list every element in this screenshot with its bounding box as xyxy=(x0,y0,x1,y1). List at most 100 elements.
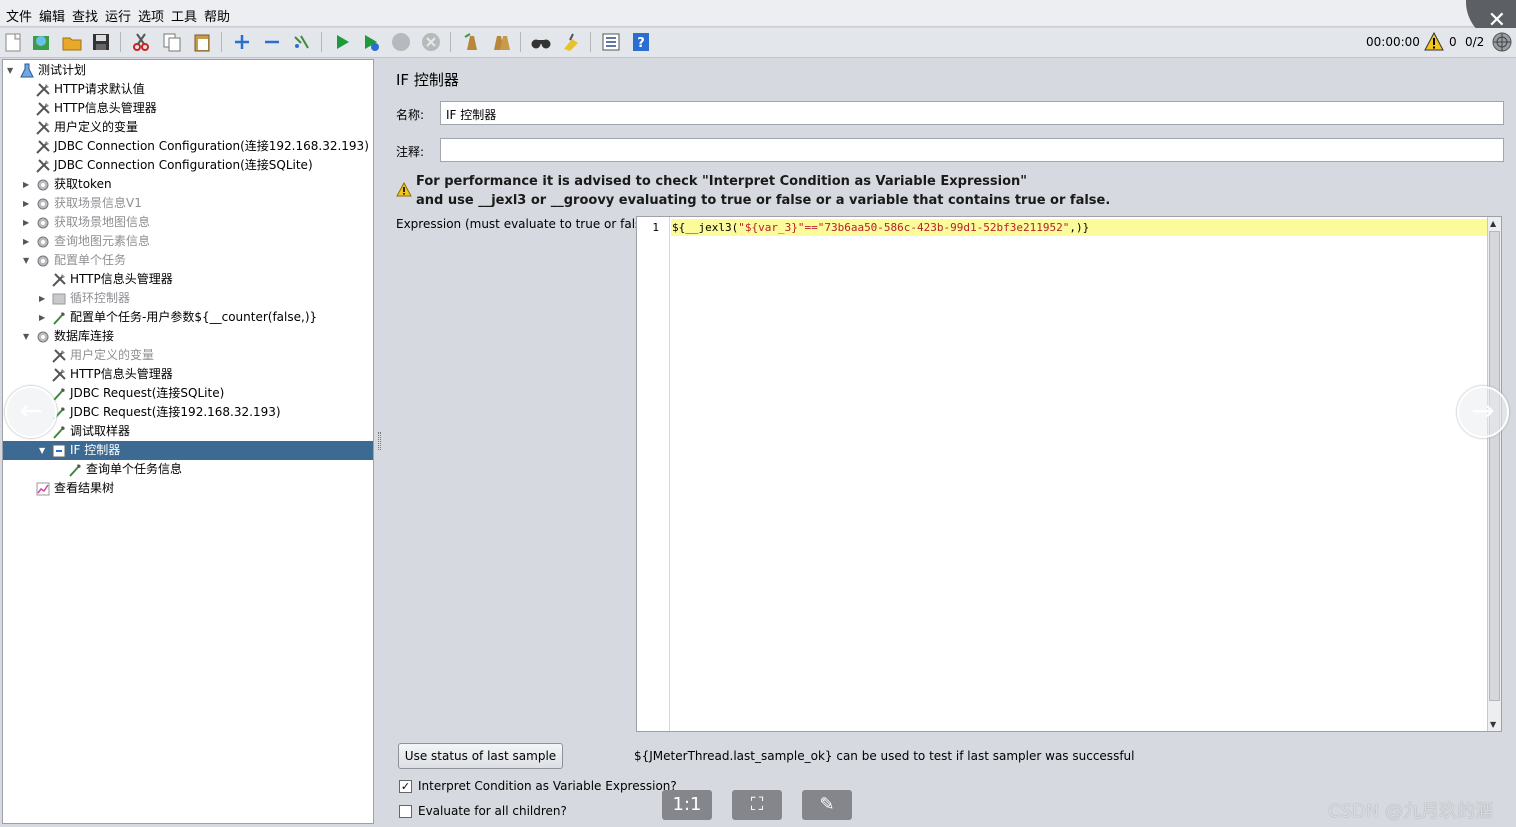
open-icon[interactable] xyxy=(61,31,83,53)
shutdown-icon[interactable] xyxy=(420,31,442,53)
toolbar: ? 00:00:00 0 0/2 xyxy=(0,28,1516,58)
tree-node-label: 配置单个任务 xyxy=(54,253,127,267)
expanded-arrow-icon[interactable]: ▼ xyxy=(39,441,49,460)
thread-group-icon xyxy=(35,253,51,269)
tree-node[interactable]: ▼ 数据库连接 xyxy=(3,327,373,346)
watermark: CSDN @九月玖的酒 xyxy=(1328,801,1494,822)
tree-node[interactable]: 查询单个任务信息 xyxy=(3,460,373,479)
evaluate-children-checkbox[interactable] xyxy=(399,805,412,818)
collapsed-arrow-icon[interactable]: ▶ xyxy=(39,289,49,308)
scroll-down-icon[interactable]: ▼ xyxy=(1490,720,1496,729)
start-icon[interactable] xyxy=(331,31,353,53)
config-element-icon xyxy=(35,82,51,98)
tree-node[interactable]: JDBC Request(连接SQLite) xyxy=(3,384,373,403)
warning-line-2: and use __jexl3 or __groovy evaluating t… xyxy=(416,193,1111,208)
tree-node[interactable]: ▼ IF 控制器 xyxy=(3,441,373,460)
menu-file[interactable]: 文件 xyxy=(6,6,32,25)
clear-all-icon[interactable] xyxy=(490,31,512,53)
expand-icon[interactable] xyxy=(231,31,253,53)
tree-node-label: 测试计划 xyxy=(38,63,87,77)
collapsed-arrow-icon[interactable]: ▶ xyxy=(23,175,33,194)
test-plan-tree[interactable]: ▼ 测试计划 HTTP请求默认值 HTTP信息头管理器 用户定义的变量 JDBC Conn… xyxy=(2,59,374,824)
tree-node[interactable]: HTTP信息头管理器 xyxy=(3,365,373,384)
tree-node[interactable]: ▶ 循环控制器 xyxy=(3,289,373,308)
tree-node[interactable]: ▶ 获取场景信息V1 xyxy=(3,194,373,213)
tree-node[interactable]: HTTP信息头管理器 xyxy=(3,99,373,118)
clear-icon[interactable] xyxy=(460,31,482,53)
tree-node[interactable]: JDBC Request(连接192.168.32.193) xyxy=(3,403,373,422)
tree-node[interactable]: ▶ 配置单个任务-用户参数${__counter(false,)} xyxy=(3,308,373,327)
collapsed-arrow-icon[interactable]: ▶ xyxy=(39,308,49,327)
sampler-icon xyxy=(51,310,67,326)
reset-search-icon[interactable] xyxy=(560,31,582,53)
templates-icon[interactable] xyxy=(30,31,52,53)
splitter-grip[interactable] xyxy=(378,432,381,450)
cut-icon[interactable] xyxy=(130,31,152,53)
tree-node[interactable]: 用户定义的变量 xyxy=(3,346,373,365)
stop-icon[interactable] xyxy=(390,31,412,53)
help-icon[interactable]: ? xyxy=(630,31,652,53)
warning-count: 0 xyxy=(1449,35,1457,49)
tree-node[interactable]: 查看结果树 xyxy=(3,479,373,498)
new-icon[interactable] xyxy=(2,31,24,53)
code-suffix: ,)} xyxy=(1069,221,1090,234)
menu-options[interactable]: 选项 xyxy=(138,6,164,25)
collapsed-arrow-icon[interactable]: ▶ xyxy=(23,194,33,213)
tree-node[interactable]: ▼ 测试计划 xyxy=(3,61,373,80)
loop-controller-icon xyxy=(51,291,67,307)
scrollbar-thumb[interactable] xyxy=(1489,231,1500,701)
expanded-arrow-icon[interactable]: ▼ xyxy=(7,61,17,80)
menu-tools[interactable]: 工具 xyxy=(171,6,197,25)
menu-bar: 文件 编辑 查找 运行 选项 工具 帮助 xyxy=(0,0,1516,27)
menu-search[interactable]: 查找 xyxy=(72,6,98,25)
tree-node[interactable]: ▶ 查询地图元素信息 xyxy=(3,232,373,251)
name-field[interactable]: IF 控制器 xyxy=(440,101,1504,125)
menu-edit[interactable]: 编辑 xyxy=(39,6,65,25)
edit-image-button[interactable]: ✎ xyxy=(802,790,852,820)
next-image-arrow-icon[interactable]: → xyxy=(1457,386,1509,438)
expression-editor[interactable]: 1 ${__jexl3("${var_3}"=="73b6aa50-586c-4… xyxy=(636,216,1502,732)
tree-node-label: 获取场景地图信息 xyxy=(54,215,151,229)
collapse-icon[interactable] xyxy=(261,31,283,53)
tree-node[interactable]: HTTP请求默认值 xyxy=(3,80,373,99)
fit-screen-button[interactable]: ⛶ xyxy=(732,790,782,820)
comment-field[interactable] xyxy=(440,138,1504,162)
config-element-icon xyxy=(51,367,67,383)
copy-icon[interactable] xyxy=(161,31,183,53)
paste-icon[interactable] xyxy=(191,31,213,53)
code-function: ${__jexl3( xyxy=(672,221,739,234)
function-helper-icon[interactable] xyxy=(600,31,622,53)
actual-size-button[interactable]: 1:1 xyxy=(662,790,712,820)
tree-node[interactable]: JDBC Connection Configuration(连接SQLite) xyxy=(3,156,373,175)
menu-help[interactable]: 帮助 xyxy=(204,6,230,25)
tree-node[interactable]: 调试取样器 xyxy=(3,422,373,441)
tree-node[interactable]: ▶ 获取场景地图信息 xyxy=(3,213,373,232)
interpret-checkbox[interactable]: ✓ xyxy=(399,780,412,793)
tree-node-label: 查询地图元素信息 xyxy=(54,234,151,248)
prev-image-arrow-icon[interactable]: ← xyxy=(5,386,57,438)
use-status-button[interactable]: Use status of last sample xyxy=(398,743,563,769)
tree-node[interactable]: ▶ 获取token xyxy=(3,175,373,194)
collapsed-arrow-icon[interactable]: ▶ xyxy=(23,213,33,232)
performance-warning: For performance it is advised to check "… xyxy=(416,172,1110,210)
tree-node[interactable]: ▼ 配置单个任务 xyxy=(3,251,373,270)
expression-code-line[interactable]: ${__jexl3("${var_3}"=="73b6aa50-586c-423… xyxy=(671,219,1487,236)
start-no-pause-icon[interactable] xyxy=(360,31,382,53)
save-icon[interactable] xyxy=(90,31,112,53)
scroll-up-icon[interactable]: ▲ xyxy=(1490,219,1496,228)
expanded-arrow-icon[interactable]: ▼ xyxy=(23,327,33,346)
thread-group-icon xyxy=(35,196,51,212)
warning-icon[interactable] xyxy=(1424,32,1444,52)
tree-node[interactable]: 用户定义的变量 xyxy=(3,118,373,137)
tree-node[interactable]: JDBC Connection Configuration(连接192.168.… xyxy=(3,137,373,156)
line-gutter: 1 xyxy=(637,217,670,731)
test-plan-icon xyxy=(19,63,35,79)
editor-scrollbar[interactable]: ▲ ▼ xyxy=(1487,217,1501,731)
toggle-icon[interactable] xyxy=(291,31,313,53)
search-icon[interactable] xyxy=(530,31,552,53)
expanded-arrow-icon[interactable]: ▼ xyxy=(23,251,33,270)
tree-node[interactable]: HTTP信息头管理器 xyxy=(3,270,373,289)
menu-run[interactable]: 运行 xyxy=(105,6,131,25)
collapsed-arrow-icon[interactable]: ▶ xyxy=(23,232,33,251)
tree-node-label: JDBC Connection Configuration(连接SQLite) xyxy=(54,158,313,172)
